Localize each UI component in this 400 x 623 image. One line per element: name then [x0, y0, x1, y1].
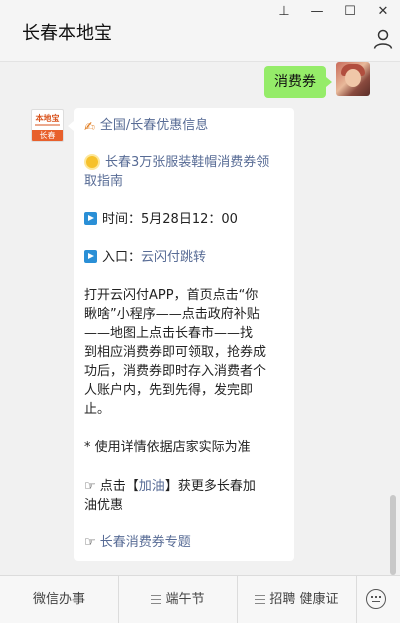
- writing-hand-icon: ✍: [84, 120, 95, 135]
- self-avatar[interactable]: [336, 62, 370, 96]
- time-line: 时间：5月28日12：00: [84, 211, 289, 229]
- topic-line: ☞ 长春消费券专题: [84, 535, 191, 550]
- scrollbar[interactable]: [390, 495, 396, 575]
- account-title: 长春本地宝: [22, 23, 112, 44]
- fuel-link[interactable]: 加油: [139, 479, 165, 494]
- play-icon: [84, 212, 97, 225]
- guide-link[interactable]: 长春3万张服装鞋帽消费券领: [84, 154, 289, 172]
- play-icon: [84, 250, 97, 263]
- cta-line: ☞ 点击【加油】获更多长春加: [84, 479, 256, 494]
- entry-link[interactable]: 云闪付跳转: [141, 250, 206, 265]
- body-text: 打开云闪付APP，首页点击“你: [84, 288, 259, 303]
- sun-icon: [86, 156, 98, 168]
- menu-item-dragon-boat[interactable]: 端午节: [119, 576, 237, 623]
- body-text: ——地图上点击长春市——找: [84, 326, 254, 341]
- menu-item-wechat-service[interactable]: 微信办事: [0, 576, 118, 623]
- submenu-icon: [255, 595, 266, 604]
- guide-link-cont[interactable]: 取指南: [84, 173, 289, 191]
- maximize-button[interactable]: ☐: [339, 3, 361, 21]
- incoming-message[interactable]: ✍ 全国/长春优惠信息 长春3万张服装鞋帽消费券领 取指南 时间：5月28日12：…: [68, 108, 294, 561]
- body-text: 人账户内，先到先得，发完即: [84, 383, 254, 398]
- avatar-logo-bottom: 长春: [32, 130, 63, 141]
- topic-link[interactable]: 长春消费券专题: [100, 535, 191, 550]
- chat-area[interactable]: 消费券 本地宝 长春 ✍ 全国/长春优惠信息 长春3万张服装鞋帽消费券领 取指南 …: [0, 62, 400, 575]
- note-text: * 使用详情依据店家实际为准: [84, 440, 251, 455]
- submenu-icon: [151, 595, 162, 604]
- minimize-button[interactable]: —: [306, 3, 328, 21]
- body-text: 功后，消费券即时存入消费者个: [84, 364, 267, 379]
- body-text: 瞅啥”小程序——点击政府补贴: [84, 307, 260, 322]
- user-icon[interactable]: [372, 28, 394, 50]
- promo-heading[interactable]: ✍ 全国/长春优惠信息: [84, 117, 289, 137]
- pin-icon[interactable]: ⊥: [273, 3, 295, 21]
- keyboard-icon[interactable]: [366, 589, 386, 609]
- body-text: 止。: [84, 402, 111, 417]
- account-avatar[interactable]: 本地宝 长春: [31, 109, 64, 142]
- bottom-menu: 微信办事 端午节 招聘 健康证: [0, 575, 400, 623]
- body-text: 到相应消费券即可领取，抢券成: [84, 345, 267, 360]
- title-bar: 长春本地宝 ⊥ — ☐ ✕: [0, 0, 400, 62]
- entry-line: 入口：云闪付跳转: [84, 249, 289, 267]
- outgoing-message[interactable]: 消费券: [264, 66, 332, 98]
- menu-item-jobs[interactable]: 招聘 健康证: [238, 576, 356, 623]
- close-button[interactable]: ✕: [372, 3, 394, 21]
- avatar-logo-top: 本地宝: [35, 114, 60, 123]
- cta-line-cont: 油优惠: [84, 498, 124, 513]
